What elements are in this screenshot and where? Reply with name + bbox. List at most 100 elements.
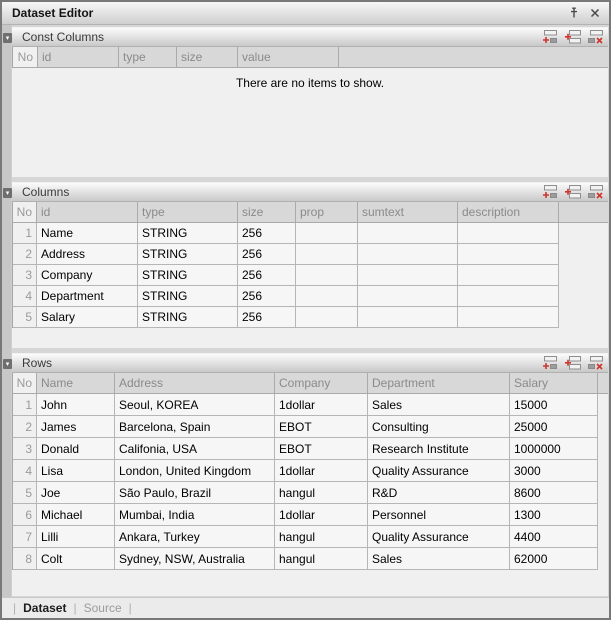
- data-cell[interactable]: Research Institute: [368, 438, 510, 460]
- row-number-cell[interactable]: 5: [13, 307, 37, 328]
- data-cell[interactable]: hangul: [275, 482, 368, 504]
- data-cell[interactable]: [358, 265, 458, 286]
- insert-item-button[interactable]: [563, 356, 581, 371]
- data-cell[interactable]: John: [37, 394, 115, 416]
- column-header-no[interactable]: No: [13, 47, 38, 68]
- data-cell[interactable]: Department: [37, 286, 138, 307]
- data-cell[interactable]: [296, 265, 358, 286]
- column-header-salary[interactable]: Salary: [510, 373, 598, 394]
- column-header-id[interactable]: id: [38, 47, 119, 68]
- data-cell[interactable]: Colt: [37, 548, 115, 570]
- data-cell[interactable]: [296, 286, 358, 307]
- data-cell[interactable]: [358, 286, 458, 307]
- data-cell[interactable]: Consulting: [368, 416, 510, 438]
- row-number-cell[interactable]: 5: [13, 482, 37, 504]
- data-cell[interactable]: James: [37, 416, 115, 438]
- data-cell[interactable]: Quality Assurance: [368, 460, 510, 482]
- delete-item-button[interactable]: [586, 30, 604, 45]
- column-header-id[interactable]: id: [37, 202, 138, 223]
- data-cell[interactable]: 1dollar: [275, 394, 368, 416]
- column-header-filler[interactable]: [559, 202, 608, 223]
- data-cell[interactable]: 1000000: [510, 438, 598, 460]
- data-cell[interactable]: Company: [37, 265, 138, 286]
- data-cell[interactable]: STRING: [138, 307, 238, 328]
- data-cell[interactable]: Michael: [37, 504, 115, 526]
- data-cell[interactable]: São Paulo, Brazil: [115, 482, 275, 504]
- column-header-address[interactable]: Address: [115, 373, 275, 394]
- column-header-size[interactable]: size: [177, 47, 238, 68]
- add-item-button[interactable]: [540, 185, 558, 200]
- data-cell[interactable]: 4400: [510, 526, 598, 548]
- data-cell[interactable]: [458, 223, 559, 244]
- column-header-type[interactable]: type: [138, 202, 238, 223]
- data-cell[interactable]: Salary: [37, 307, 138, 328]
- data-cell[interactable]: EBOT: [275, 438, 368, 460]
- data-cell[interactable]: Donald: [37, 438, 115, 460]
- data-cell[interactable]: 1dollar: [275, 504, 368, 526]
- data-cell[interactable]: EBOT: [275, 416, 368, 438]
- data-cell[interactable]: Sales: [368, 394, 510, 416]
- data-cell[interactable]: R&D: [368, 482, 510, 504]
- const-columns-header[interactable]: ▾ Const Columns: [12, 27, 608, 47]
- insert-item-button[interactable]: [563, 185, 581, 200]
- data-cell[interactable]: Mumbai, India: [115, 504, 275, 526]
- data-cell[interactable]: Name: [37, 223, 138, 244]
- data-cell[interactable]: Address: [37, 244, 138, 265]
- column-header-value[interactable]: value: [238, 47, 339, 68]
- row-number-cell[interactable]: 7: [13, 526, 37, 548]
- rows-header[interactable]: ▾ Rows: [12, 353, 608, 373]
- row-number-cell[interactable]: 8: [13, 548, 37, 570]
- row-number-cell[interactable]: 3: [13, 265, 37, 286]
- row-number-cell[interactable]: 2: [13, 244, 37, 265]
- data-cell[interactable]: [458, 244, 559, 265]
- data-cell[interactable]: Personnel: [368, 504, 510, 526]
- data-cell[interactable]: [458, 286, 559, 307]
- column-header-type[interactable]: type: [119, 47, 177, 68]
- chevron-down-icon[interactable]: ▾: [3, 33, 12, 43]
- data-cell[interactable]: [458, 307, 559, 328]
- data-cell[interactable]: 62000: [510, 548, 598, 570]
- data-cell[interactable]: Ankara, Turkey: [115, 526, 275, 548]
- column-header-company[interactable]: Company: [275, 373, 368, 394]
- delete-item-button[interactable]: [586, 185, 604, 200]
- column-header-name[interactable]: Name: [37, 373, 115, 394]
- data-cell[interactable]: [458, 265, 559, 286]
- data-cell[interactable]: 1dollar: [275, 460, 368, 482]
- chevron-down-icon[interactable]: ▾: [3, 359, 12, 369]
- row-number-cell[interactable]: 3: [13, 438, 37, 460]
- data-cell[interactable]: Lilli: [37, 526, 115, 548]
- tab-dataset[interactable]: Dataset: [23, 601, 66, 615]
- data-cell[interactable]: hangul: [275, 548, 368, 570]
- data-cell[interactable]: STRING: [138, 286, 238, 307]
- columns-header[interactable]: ▾ Columns: [12, 182, 608, 202]
- chevron-down-icon[interactable]: ▾: [3, 188, 12, 198]
- pin-button[interactable]: [567, 6, 581, 20]
- insert-item-button[interactable]: [563, 30, 581, 45]
- data-cell[interactable]: STRING: [138, 223, 238, 244]
- data-cell[interactable]: 25000: [510, 416, 598, 438]
- data-cell[interactable]: 256: [238, 244, 296, 265]
- data-cell[interactable]: 256: [238, 307, 296, 328]
- data-cell[interactable]: Quality Assurance: [368, 526, 510, 548]
- data-cell[interactable]: London, United Kingdom: [115, 460, 275, 482]
- close-button[interactable]: [588, 6, 602, 20]
- column-header-sumtext[interactable]: sumtext: [358, 202, 458, 223]
- tab-source[interactable]: Source: [84, 601, 122, 615]
- data-cell[interactable]: [296, 223, 358, 244]
- data-cell[interactable]: 1300: [510, 504, 598, 526]
- row-number-cell[interactable]: 6: [13, 504, 37, 526]
- row-number-cell[interactable]: 2: [13, 416, 37, 438]
- data-cell[interactable]: 256: [238, 223, 296, 244]
- data-cell[interactable]: Seoul, KOREA: [115, 394, 275, 416]
- column-header-no[interactable]: No: [13, 373, 37, 394]
- data-cell[interactable]: Barcelona, Spain: [115, 416, 275, 438]
- data-cell[interactable]: [358, 244, 458, 265]
- row-number-cell[interactable]: 4: [13, 460, 37, 482]
- row-number-cell[interactable]: 4: [13, 286, 37, 307]
- data-cell[interactable]: STRING: [138, 265, 238, 286]
- column-header-size[interactable]: size: [238, 202, 296, 223]
- data-cell[interactable]: STRING: [138, 244, 238, 265]
- delete-item-button[interactable]: [586, 356, 604, 371]
- add-item-button[interactable]: [540, 30, 558, 45]
- data-cell[interactable]: Califonia, USA: [115, 438, 275, 460]
